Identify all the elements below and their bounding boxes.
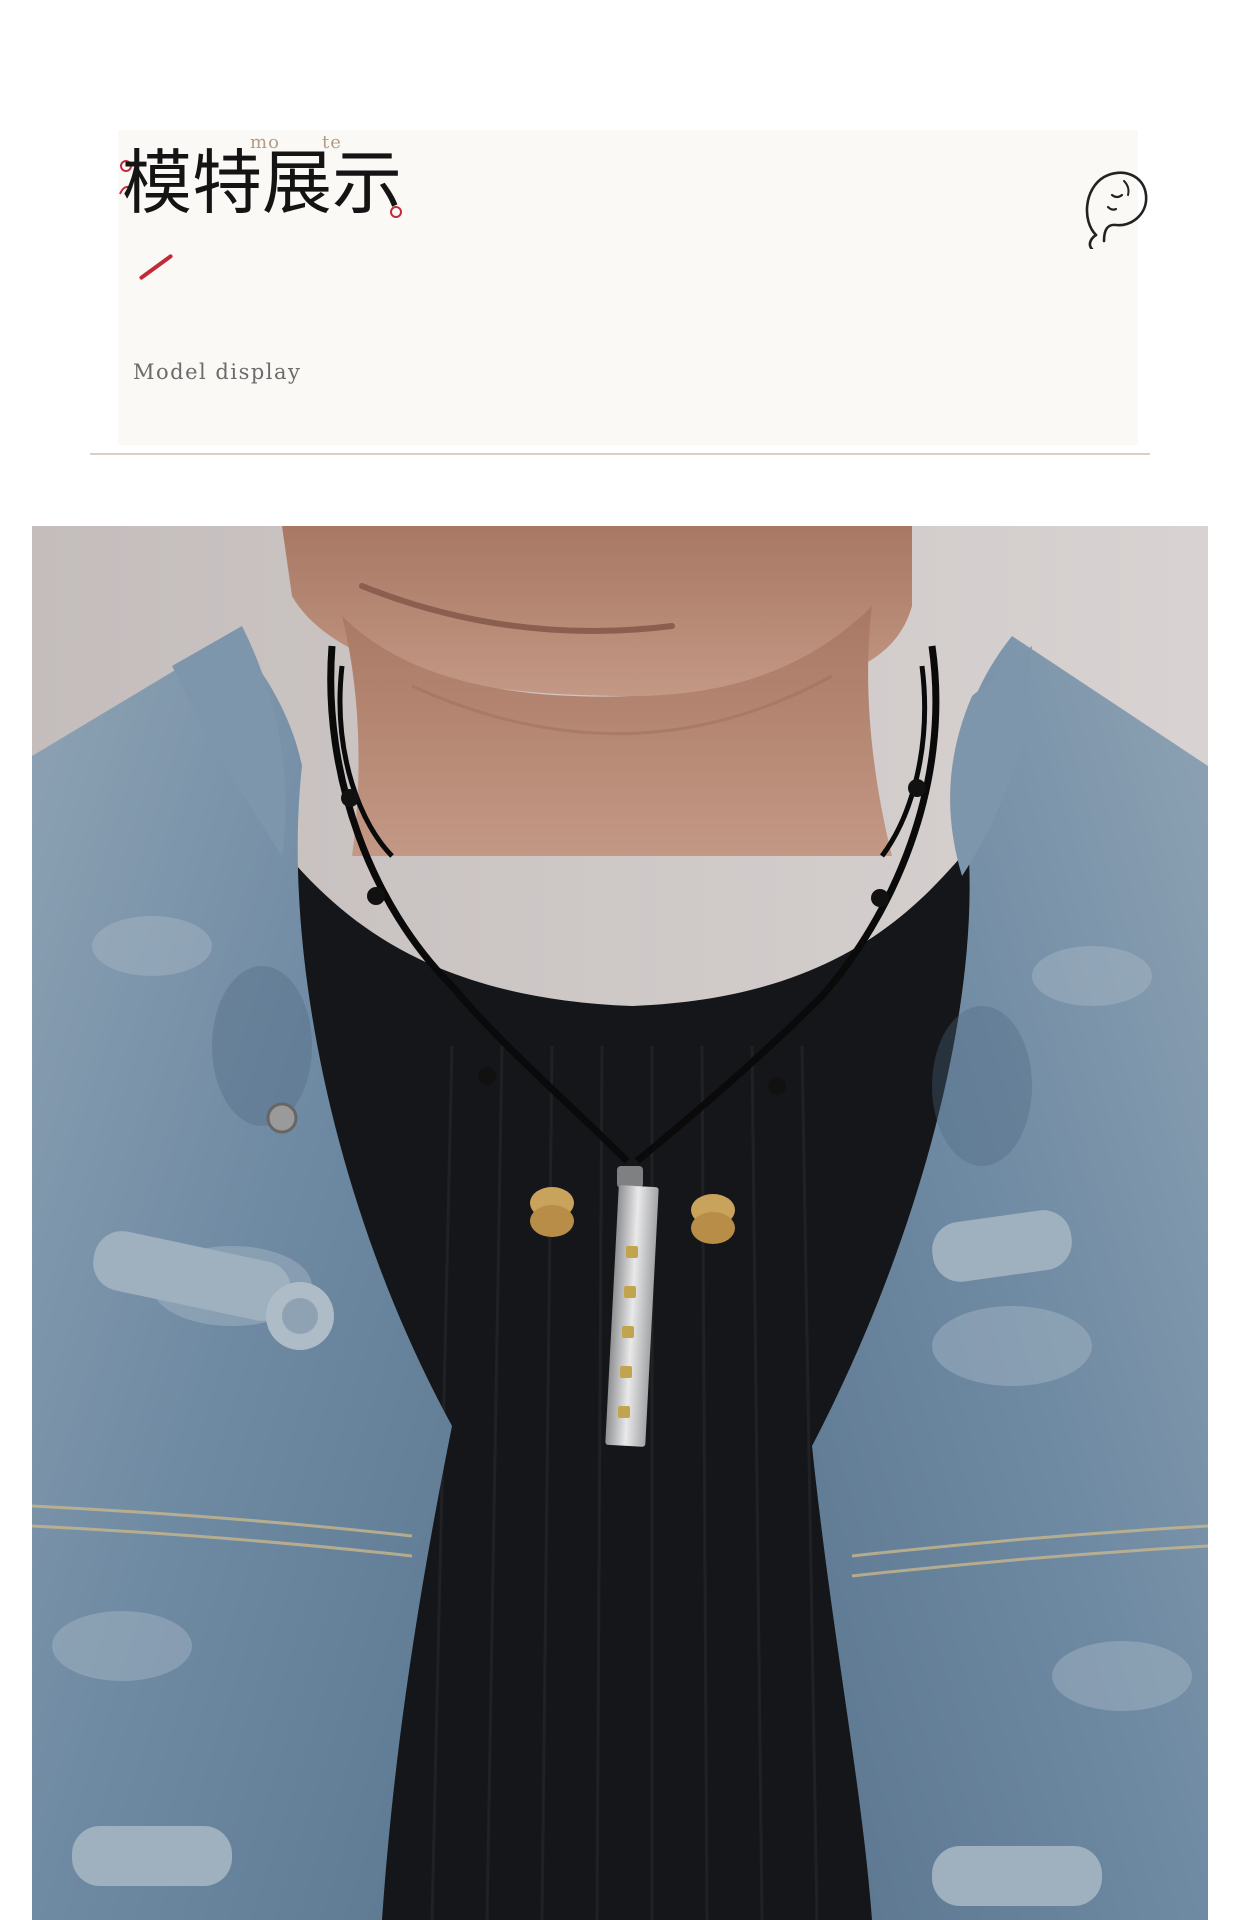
model-photo-illustration	[32, 526, 1208, 1920]
sleepy-face-icon	[1085, 171, 1148, 249]
page-title: 模特展示	[122, 142, 402, 224]
section-header: mo te 模特展示 Model display	[0, 0, 1240, 520]
page-subtitle: Model display	[133, 360, 302, 384]
section-divider	[90, 453, 1150, 455]
model-photo	[32, 526, 1208, 1920]
